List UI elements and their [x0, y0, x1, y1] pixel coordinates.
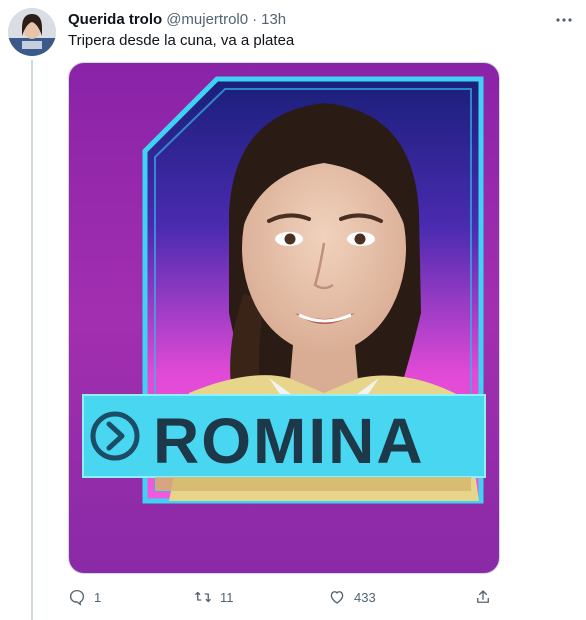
retweet-icon: [195, 591, 211, 603]
like-icon: [330, 591, 344, 604]
more-icon[interactable]: [554, 10, 574, 30]
share-icon: [477, 590, 489, 603]
reply-button[interactable]: 1: [68, 584, 101, 610]
timestamp[interactable]: 13h: [261, 11, 286, 28]
reply-icon: [69, 589, 85, 606]
tweet-text: Tripera desde la cuna, va a platea: [68, 32, 295, 49]
retweet-count: 11: [220, 589, 234, 605]
retweet-button[interactable]: 11: [194, 584, 234, 610]
share-button[interactable]: [474, 584, 492, 610]
tweet-actions: 1 11 433: [68, 584, 498, 610]
separator-dot: ·: [252, 10, 258, 28]
handle[interactable]: @mujertrol0: [166, 11, 248, 28]
display-name[interactable]: Querida trolo: [68, 11, 162, 28]
like-count: 433: [354, 589, 376, 605]
reply-count: 1: [94, 589, 102, 605]
like-button[interactable]: 433: [328, 584, 376, 610]
thread-line: [31, 60, 33, 620]
name-label: ROMINA: [153, 405, 425, 477]
tweet-media-image[interactable]: ROMINA: [68, 62, 500, 574]
avatar[interactable]: [8, 8, 56, 56]
